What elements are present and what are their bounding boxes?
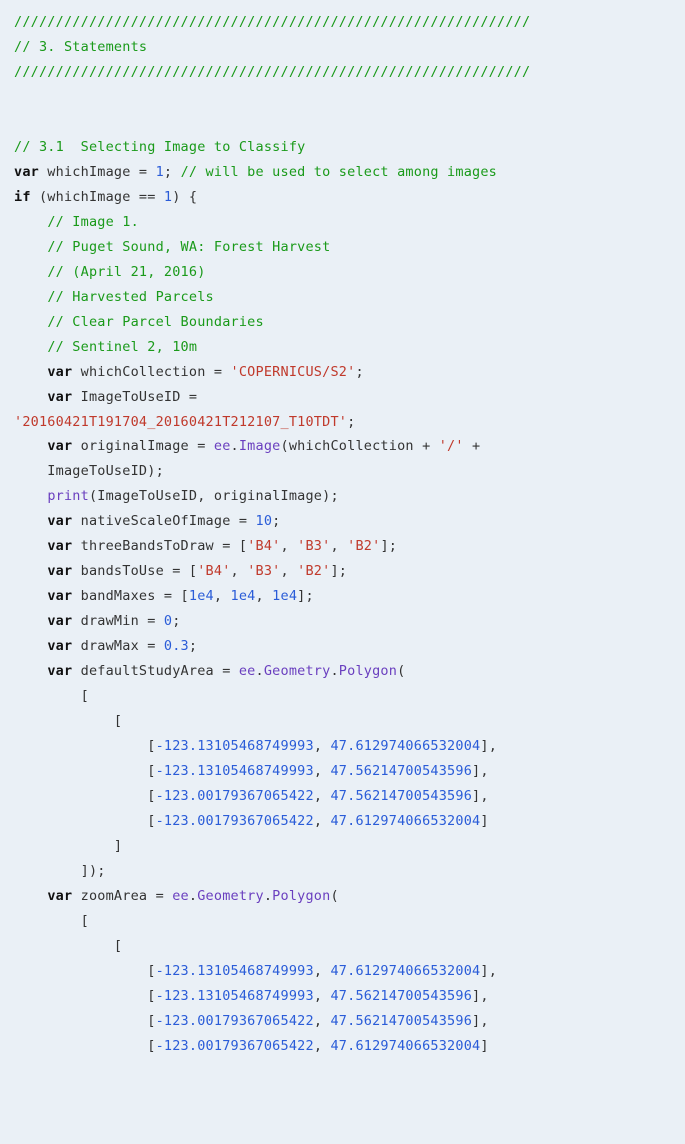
- code-block: ////////////////////////////////////////…: [0, 0, 685, 1144]
- code-content: ////////////////////////////////////////…: [14, 14, 530, 1054]
